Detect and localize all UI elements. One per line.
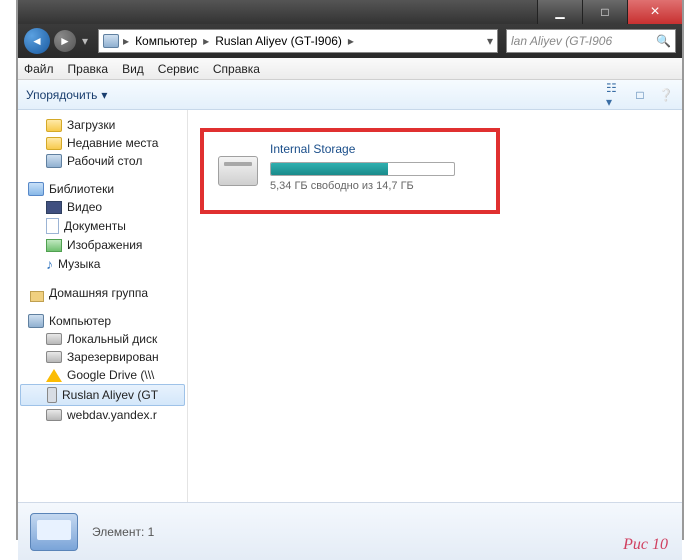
breadcrumb-device[interactable]: Ruslan Aliyev (GT-I906) (213, 34, 344, 48)
view-options-button[interactable]: ☷ ▾ (606, 87, 622, 103)
tree-computer[interactable]: Компьютер (18, 312, 187, 330)
toolbar: Упорядочить ▾ ☷ ▾ □ ❔ (18, 80, 682, 110)
minimize-button[interactable]: ▁ (537, 0, 582, 24)
tree-reserved[interactable]: Зарезервирован (18, 348, 187, 366)
back-button[interactable]: ◄ (24, 28, 50, 54)
menu-view[interactable]: Вид (122, 62, 144, 76)
explorer-body: Загрузки Недавние места Рабочий стол Биб… (18, 110, 682, 502)
storage-progress-fill (271, 163, 388, 175)
address-dropdown-icon[interactable]: ▾ (487, 34, 493, 48)
navigation-tree[interactable]: Загрузки Недавние места Рабочий стол Биб… (18, 110, 188, 502)
figure-caption: Рис 10 (623, 536, 668, 554)
menu-help[interactable]: Справка (213, 62, 260, 76)
tree-homegroup[interactable]: Домашняя группа (18, 284, 187, 302)
nav-bar: ◄ ► ▾ ▸ Компьютер ▸ Ruslan Aliyev (GT-I9… (18, 24, 682, 58)
highlight-frame: Internal Storage 5,34 ГБ свободно из 14,… (200, 128, 500, 214)
tree-libraries[interactable]: Библиотеки (18, 180, 187, 198)
gdrive-icon (46, 369, 62, 382)
tree-documents[interactable]: Документы (18, 216, 187, 236)
desktop-icon (46, 154, 62, 168)
close-button[interactable]: × (627, 0, 682, 24)
window-titlebar: ▁ □ × (18, 0, 682, 24)
storage-drive-icon (218, 156, 258, 186)
drive-icon (46, 409, 62, 421)
storage-subtitle: 5,34 ГБ свободно из 14,7 ГБ (270, 180, 482, 192)
menu-bar: Файл Правка Вид Сервис Справка (18, 58, 682, 80)
storage-progress (270, 162, 455, 176)
menu-file[interactable]: Файл (24, 62, 54, 76)
address-bar[interactable]: ▸ Компьютер ▸ Ruslan Aliyev (GT-I906) ▸ … (98, 29, 498, 53)
tree-recent[interactable]: Недавние места (18, 134, 187, 152)
phone-icon (47, 387, 57, 403)
folder-icon (46, 119, 62, 132)
breadcrumb-sep: ▸ (348, 34, 354, 48)
maximize-button[interactable]: □ (582, 0, 627, 24)
details-pane: Элемент: 1 Рис 10 (18, 502, 682, 560)
music-icon: ♪ (46, 256, 53, 272)
computer-icon (103, 34, 119, 48)
tree-music[interactable]: ♪Музыка (18, 254, 187, 274)
details-device-icon (30, 513, 78, 551)
tree-phone-selected[interactable]: Ruslan Aliyev (GT (20, 384, 185, 406)
chevron-down-icon: ▾ (101, 88, 107, 102)
pictures-icon (46, 239, 62, 252)
breadcrumb-sep: ▸ (203, 34, 209, 48)
document-icon (46, 218, 59, 234)
tree-pictures[interactable]: Изображения (18, 236, 187, 254)
breadcrumb-computer[interactable]: Компьютер (133, 34, 199, 48)
forward-button[interactable]: ► (54, 30, 76, 52)
storage-title: Internal Storage (270, 142, 482, 156)
menu-edit[interactable]: Правка (68, 62, 109, 76)
video-icon (46, 201, 62, 214)
drive-icon (46, 333, 62, 345)
explorer-window: ▁ □ × ◄ ► ▾ ▸ Компьютер ▸ Ruslan Aliyev … (16, 0, 684, 540)
tree-downloads[interactable]: Загрузки (18, 116, 187, 134)
tree-video[interactable]: Видео (18, 198, 187, 216)
computer-icon (28, 314, 44, 328)
internal-storage-item[interactable]: Internal Storage 5,34 ГБ свободно из 14,… (218, 142, 482, 192)
drive-icon (46, 351, 62, 363)
folder-icon (46, 137, 62, 150)
search-placeholder: lan Aliyev (GT-I906 (511, 34, 612, 48)
tree-localdisk[interactable]: Локальный диск (18, 330, 187, 348)
libraries-icon (28, 182, 44, 196)
tree-desktop[interactable]: Рабочий стол (18, 152, 187, 170)
history-dropdown-icon[interactable]: ▾ (82, 34, 88, 48)
tree-gdrive[interactable]: Google Drive (\\\ (18, 366, 187, 384)
organize-button[interactable]: Упорядочить ▾ (26, 88, 107, 102)
menu-service[interactable]: Сервис (158, 62, 199, 76)
storage-info: Internal Storage 5,34 ГБ свободно из 14,… (270, 142, 482, 192)
tree-webdav[interactable]: webdav.yandex.r (18, 406, 187, 424)
content-pane[interactable]: Internal Storage 5,34 ГБ свободно из 14,… (188, 110, 682, 502)
search-input[interactable]: lan Aliyev (GT-I906 🔍 (506, 29, 676, 53)
help-button[interactable]: ❔ (658, 87, 674, 103)
homegroup-icon (28, 286, 44, 300)
details-text: Элемент: 1 (92, 525, 154, 539)
breadcrumb-sep: ▸ (123, 34, 129, 48)
preview-pane-button[interactable]: □ (632, 87, 648, 103)
search-icon[interactable]: 🔍 (656, 34, 671, 48)
